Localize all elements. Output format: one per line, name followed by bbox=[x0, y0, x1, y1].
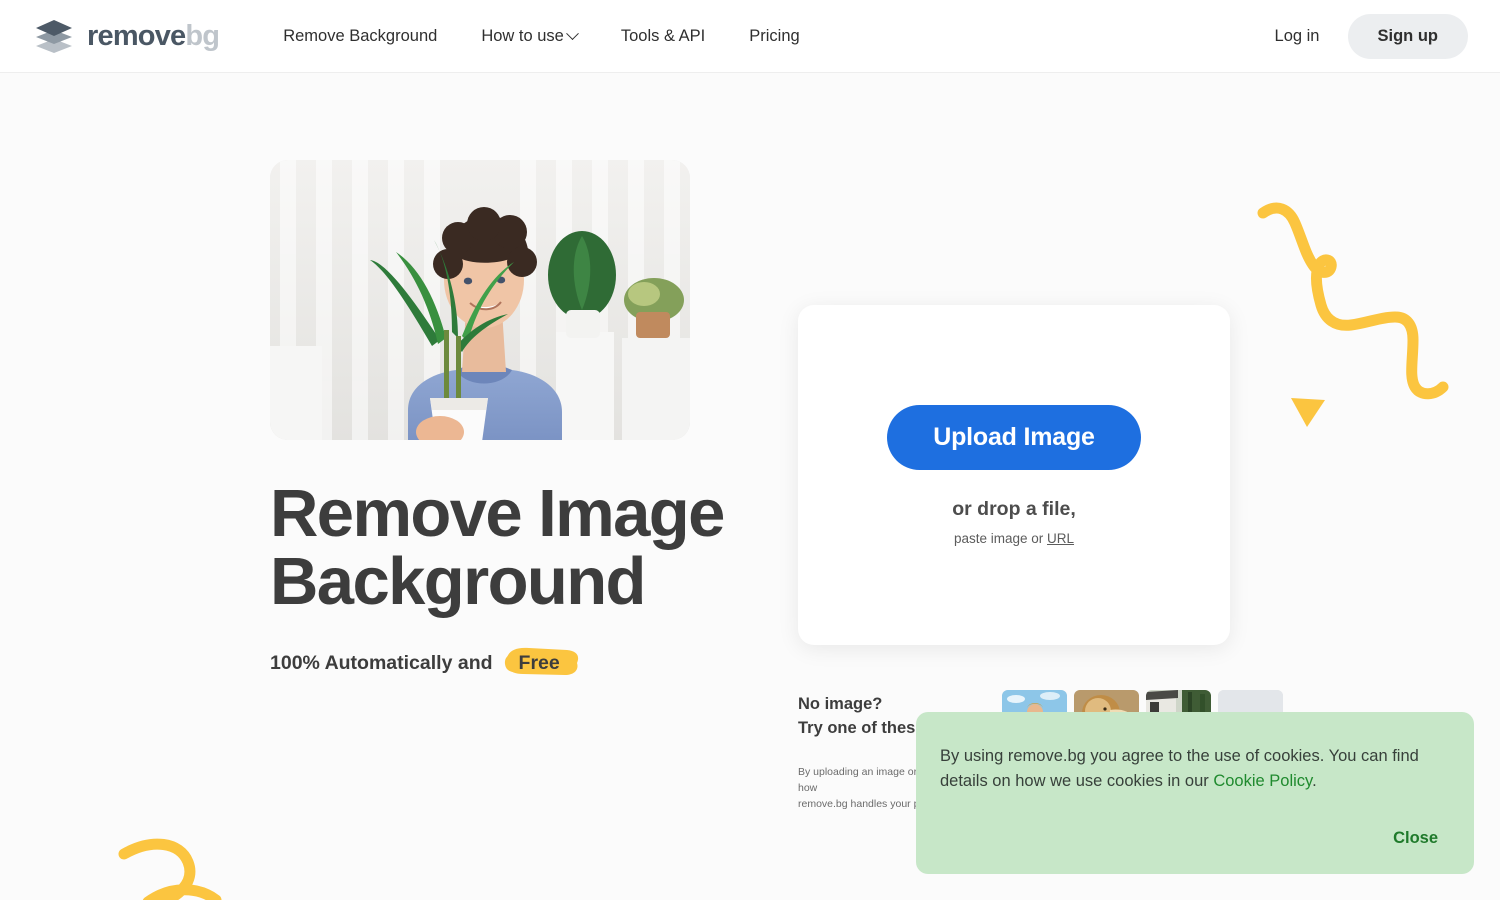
upload-dropzone[interactable]: Upload Image or drop a file, paste image… bbox=[798, 305, 1230, 645]
sample-heading-line1: No image? bbox=[798, 695, 883, 713]
hero-subtitle: 100% Automatically and Free bbox=[270, 647, 750, 679]
yellow-curve-decoration bbox=[118, 828, 288, 900]
page-title-line1: Remove Image bbox=[270, 476, 725, 551]
site-header: removebg Remove Background How to use To… bbox=[0, 0, 1500, 73]
drop-file-label: or drop a file, bbox=[952, 497, 1076, 520]
cookie-text-after: . bbox=[1312, 771, 1317, 790]
nav-label: Tools & API bbox=[620, 26, 706, 45]
paste-hint: paste image or URL bbox=[954, 531, 1074, 546]
hero-section: Remove Image Background 100% Automatical… bbox=[270, 160, 750, 679]
logo-text-remove: remove bbox=[87, 19, 186, 52]
page-title: Remove Image Background bbox=[270, 479, 750, 620]
layers-diamond-icon bbox=[32, 16, 76, 56]
nav-label: Pricing bbox=[749, 26, 800, 45]
nav-item-how-to-use[interactable]: How to use bbox=[459, 19, 599, 54]
signup-button[interactable]: Sign up bbox=[1347, 13, 1468, 59]
cookie-banner-text: By using remove.bg you agree to the use … bbox=[940, 744, 1444, 794]
main-nav: Remove Background How to use Tools & API… bbox=[261, 19, 821, 54]
free-label: Free bbox=[518, 651, 560, 674]
header-actions: Log in Sign up bbox=[1257, 13, 1468, 59]
chevron-down-icon bbox=[565, 26, 579, 40]
logo-text-bg: bg bbox=[185, 19, 220, 52]
login-link[interactable]: Log in bbox=[1257, 17, 1338, 56]
upload-image-button[interactable]: Upload Image bbox=[887, 404, 1141, 470]
hero-photo bbox=[270, 160, 690, 440]
cookie-consent-banner: By using remove.bg you agree to the use … bbox=[916, 712, 1474, 874]
hero-subtitle-text: 100% Automatically and bbox=[270, 652, 493, 675]
nav-item-tools-api[interactable]: Tools & API bbox=[599, 19, 727, 54]
sample-heading-line2: Try one of these: bbox=[798, 719, 931, 738]
nav-label: How to use bbox=[481, 26, 564, 45]
paste-hint-text: paste image or bbox=[953, 530, 1048, 546]
cookie-text-before: By using remove.bg you agree to the use … bbox=[940, 747, 1419, 790]
cookie-policy-link[interactable]: Cookie Policy bbox=[1213, 772, 1312, 790]
logo-text: removebg bbox=[87, 19, 220, 52]
nav-label: Remove Background bbox=[283, 26, 438, 45]
yellow-squiggle-decoration bbox=[1255, 195, 1460, 430]
logo[interactable]: removebg bbox=[32, 16, 220, 56]
cookie-close-button[interactable]: Close bbox=[1385, 825, 1446, 852]
nav-item-pricing[interactable]: Pricing bbox=[727, 19, 821, 54]
paste-url-link[interactable]: URL bbox=[1047, 531, 1074, 546]
free-highlight: Free bbox=[503, 647, 578, 679]
nav-item-remove-background[interactable]: Remove Background bbox=[261, 19, 459, 54]
page-title-line2: Background bbox=[270, 544, 646, 620]
sample-images-heading: No image? Try one of these: bbox=[798, 690, 930, 741]
